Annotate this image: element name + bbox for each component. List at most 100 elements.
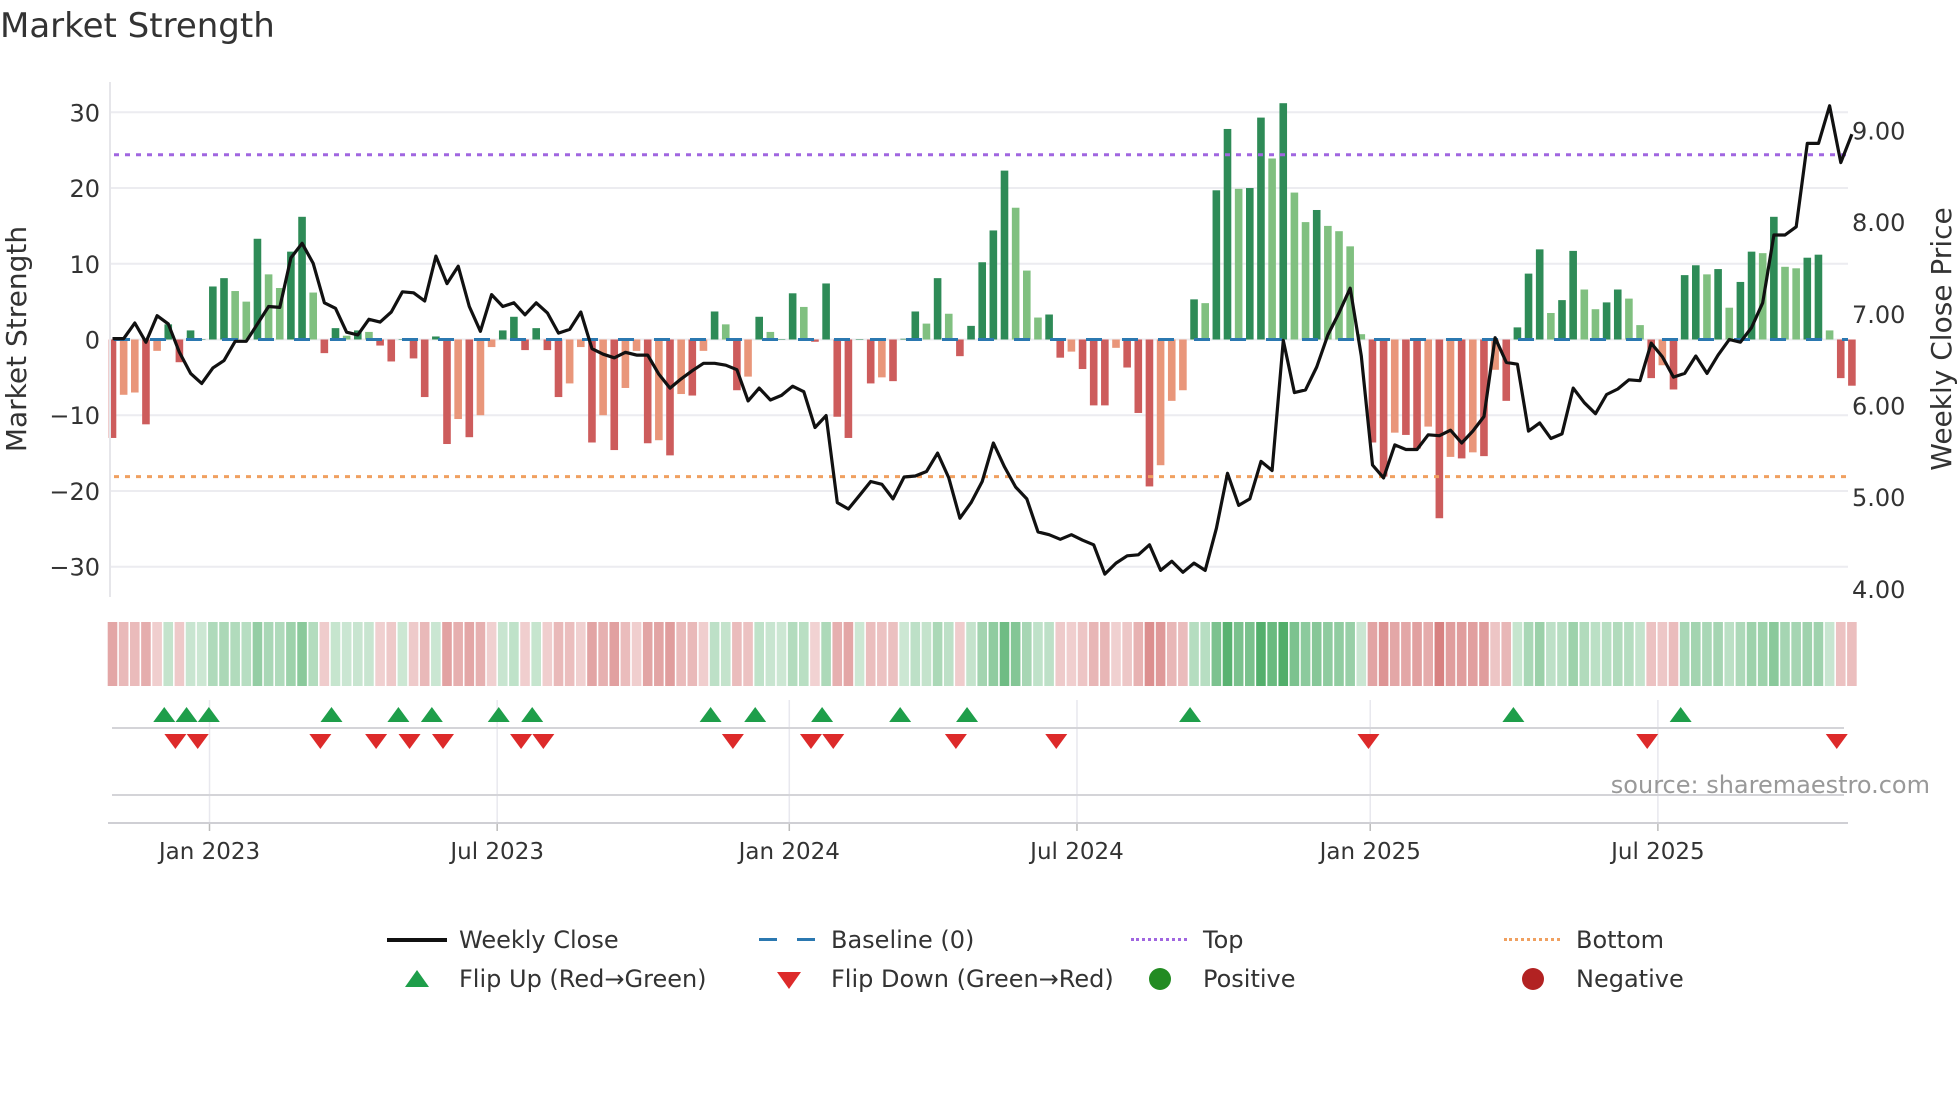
heat-cell <box>1245 622 1255 686</box>
strength-bar <box>1836 339 1845 379</box>
heat-cell <box>1702 622 1712 686</box>
strength-bar <box>933 278 942 340</box>
heat-cell <box>341 622 352 686</box>
strength-bar <box>1246 188 1254 340</box>
flip-up-marker <box>744 707 767 722</box>
heat-cell <box>1456 622 1467 686</box>
strength-bar <box>666 339 674 456</box>
strength-bar <box>543 339 552 351</box>
heat-cell <box>1802 622 1813 686</box>
flip-down-marker <box>1045 734 1068 749</box>
heat-cell <box>1200 622 1210 686</box>
x-tick-label: Jan 2025 <box>1318 839 1421 865</box>
strength-bar <box>1446 339 1455 457</box>
heat-cell <box>1044 622 1054 686</box>
strength-bar <box>788 293 797 340</box>
heat-cell <box>1166 622 1177 686</box>
heat-cell <box>319 622 330 686</box>
strength-bar <box>878 339 886 378</box>
heat-cell <box>988 622 999 686</box>
heat-cell <box>899 622 909 686</box>
strength-bar <box>599 339 607 416</box>
heat-cell <box>509 622 519 686</box>
strength-bar <box>889 339 897 382</box>
heat-cell <box>1334 622 1344 686</box>
flip-up-marker <box>175 707 198 722</box>
heat-cell <box>442 622 452 686</box>
heat-cell <box>1222 622 1233 686</box>
heat-cell <box>1133 622 1144 686</box>
heat-cell <box>1813 622 1824 686</box>
heat-cell <box>1479 622 1489 686</box>
heat-cell <box>1612 622 1623 686</box>
strength-bar <box>1000 170 1009 340</box>
y-tick-label: −30 <box>49 554 100 582</box>
strength-bar <box>699 339 708 351</box>
strength-bar <box>1145 339 1154 487</box>
heat-cell <box>1579 622 1590 686</box>
heat-cell <box>419 622 430 686</box>
heat-cell <box>865 622 876 686</box>
heat-cell <box>542 622 553 686</box>
flip-down-marker <box>164 734 187 749</box>
y-tick-label: 0 <box>85 327 100 355</box>
strength-bar <box>822 283 830 340</box>
heat-cell <box>497 622 508 686</box>
heat-cell <box>1211 622 1222 686</box>
strength-bar <box>721 324 730 340</box>
heat-cell <box>821 622 831 686</box>
heat-cell <box>286 622 296 686</box>
heat-cell <box>1233 622 1244 686</box>
heat-cell <box>1256 622 1266 686</box>
strength-bar <box>1636 325 1644 340</box>
heat-cell <box>553 622 564 686</box>
heat-cell <box>587 622 597 686</box>
heat-cell <box>1412 622 1422 686</box>
strength-bar <box>755 316 763 340</box>
heat-cell <box>776 622 787 686</box>
strength-bar <box>443 339 451 445</box>
heat-cell <box>1724 622 1735 686</box>
heat-cell <box>1679 622 1690 686</box>
strength-bar <box>1112 339 1120 348</box>
strength-bar <box>1056 339 1065 358</box>
flip-up-marker <box>420 707 443 722</box>
heat-cell <box>1735 622 1746 686</box>
flip-up-marker <box>811 707 834 722</box>
heat-cell <box>464 622 475 686</box>
strength-bar <box>387 339 396 362</box>
heat-cell <box>152 622 162 686</box>
heat-cell <box>943 622 954 686</box>
heat-cell <box>174 622 185 686</box>
heat-cell <box>1022 622 1032 686</box>
strength-bar <box>1011 207 1020 340</box>
heat-cell <box>1590 622 1601 686</box>
heat-cell <box>1624 622 1634 686</box>
strength-bar <box>521 339 529 351</box>
strength-bar <box>1301 222 1310 340</box>
strength-bar <box>1134 339 1143 413</box>
strength-bar <box>1669 339 1678 390</box>
y2-tick-label: 7.00 <box>1852 301 1905 329</box>
heat-cell <box>877 622 887 686</box>
strength-bar <box>944 313 953 340</box>
strength-bar <box>565 339 574 384</box>
strength-bar <box>1825 330 1834 340</box>
strength-bar <box>231 291 239 340</box>
strength-bar <box>298 216 306 340</box>
heat-cell <box>431 622 441 686</box>
strength-bar <box>978 262 986 340</box>
strength-bar <box>476 339 485 416</box>
strength-bar <box>510 316 518 340</box>
heat-cell <box>955 622 965 686</box>
flip-up-marker <box>956 707 979 722</box>
strength-bar <box>1078 339 1087 370</box>
heat-cell <box>1367 622 1378 686</box>
strength-bar <box>1190 299 1198 340</box>
flip-up-marker <box>1502 707 1525 722</box>
y2-axis-title: Weekly Close Price <box>1925 207 1958 470</box>
strength-bar <box>454 339 462 420</box>
heat-cell <box>799 622 809 686</box>
heat-cell <box>1791 622 1801 686</box>
heat-cell <box>1122 622 1132 686</box>
